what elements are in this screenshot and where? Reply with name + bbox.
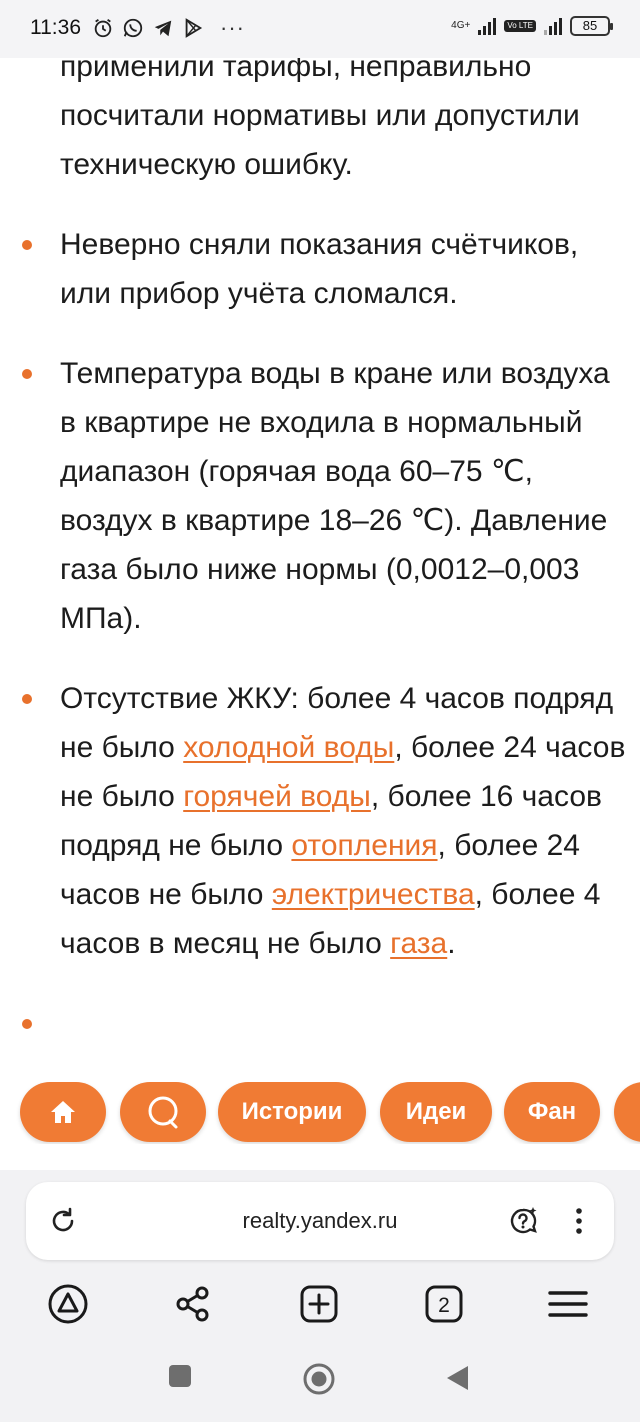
volte-badge: Vo LTE — [504, 20, 536, 32]
browser-bottom-panel: realty.yandex.ru 2 — [0, 1170, 640, 1340]
menu-icon[interactable] — [546, 1282, 590, 1326]
system-indicators: 4G+ Vo LTE 85 — [451, 16, 613, 36]
status-time: 11:36 — [30, 16, 81, 39]
bullet-dot — [22, 240, 32, 250]
whatsapp-icon — [123, 18, 143, 38]
signal-strength-icon — [478, 17, 497, 35]
list-item: Отсутствие ЖКУ: более 4 часов подряд не … — [0, 674, 640, 968]
list-item-text: Неверно сняли показания счётчиков, или п… — [60, 228, 579, 310]
notification-icons: ··· — [92, 17, 245, 39]
address-bar[interactable]: realty.yandex.ru — [26, 1182, 614, 1260]
back-button[interactable] — [444, 1364, 470, 1392]
home-icon — [51, 1101, 75, 1123]
svg-text:2: 2 — [438, 1294, 450, 1317]
article-content: применили тарифы, неправильно посчитали … — [0, 0, 640, 1175]
list-item: Температура воды в кране или воздуха в к… — [0, 349, 640, 643]
bullet-dot — [22, 369, 32, 379]
system-nav-bar — [0, 1340, 640, 1422]
bullet-dot — [22, 1019, 32, 1029]
list-item-text: . — [447, 927, 456, 960]
home-pill[interactable] — [20, 1082, 106, 1142]
telegram-icon — [154, 20, 172, 37]
quick-nav-pills: Истории Идеи Фан — [0, 1082, 640, 1144]
tabs-count-icon[interactable]: 2 — [422, 1282, 466, 1326]
ideas-pill[interactable]: Идеи — [380, 1082, 492, 1142]
link-electricity[interactable]: электричества — [272, 878, 475, 911]
play-store-icon — [185, 18, 203, 38]
list-item-text: Температура воды в кране или воздуха в к… — [60, 357, 610, 635]
share-icon[interactable] — [171, 1282, 215, 1326]
browser-toolbar: 2 — [0, 1278, 640, 1338]
more-pill[interactable] — [614, 1082, 640, 1142]
more-menu-icon[interactable] — [562, 1204, 596, 1238]
signal-strength-icon-2 — [544, 17, 562, 35]
paragraph-continued: применили тарифы, неправильно посчитали … — [60, 50, 580, 181]
recents-button[interactable] — [168, 1364, 192, 1388]
stories-pill[interactable]: Истории — [218, 1082, 366, 1142]
fan-pill[interactable]: Фан — [504, 1082, 600, 1142]
link-cold-water[interactable]: холодной воды — [183, 731, 394, 764]
home-button[interactable] — [302, 1362, 336, 1396]
more-notifications-icon: ··· — [220, 15, 245, 40]
alice-icon[interactable] — [46, 1282, 90, 1326]
alice-search-icon — [148, 1096, 178, 1129]
battery-level: 85 — [570, 16, 613, 36]
new-tab-icon[interactable] — [297, 1282, 341, 1326]
ai-help-icon[interactable] — [506, 1204, 540, 1238]
link-heating[interactable]: отопления — [291, 829, 437, 862]
status-bar: 11:36 ··· 4G+ Vo LTE 85 — [0, 0, 640, 58]
network-type: 4G+ — [451, 20, 471, 31]
link-hot-water[interactable]: горячей воды — [183, 780, 371, 813]
list-item: Неверно сняли показания счётчиков, или п… — [0, 220, 640, 318]
alarm-icon — [94, 18, 112, 38]
alice-pill[interactable] — [120, 1082, 206, 1142]
bullet-dot — [22, 694, 32, 704]
link-gas[interactable]: газа — [390, 927, 447, 960]
